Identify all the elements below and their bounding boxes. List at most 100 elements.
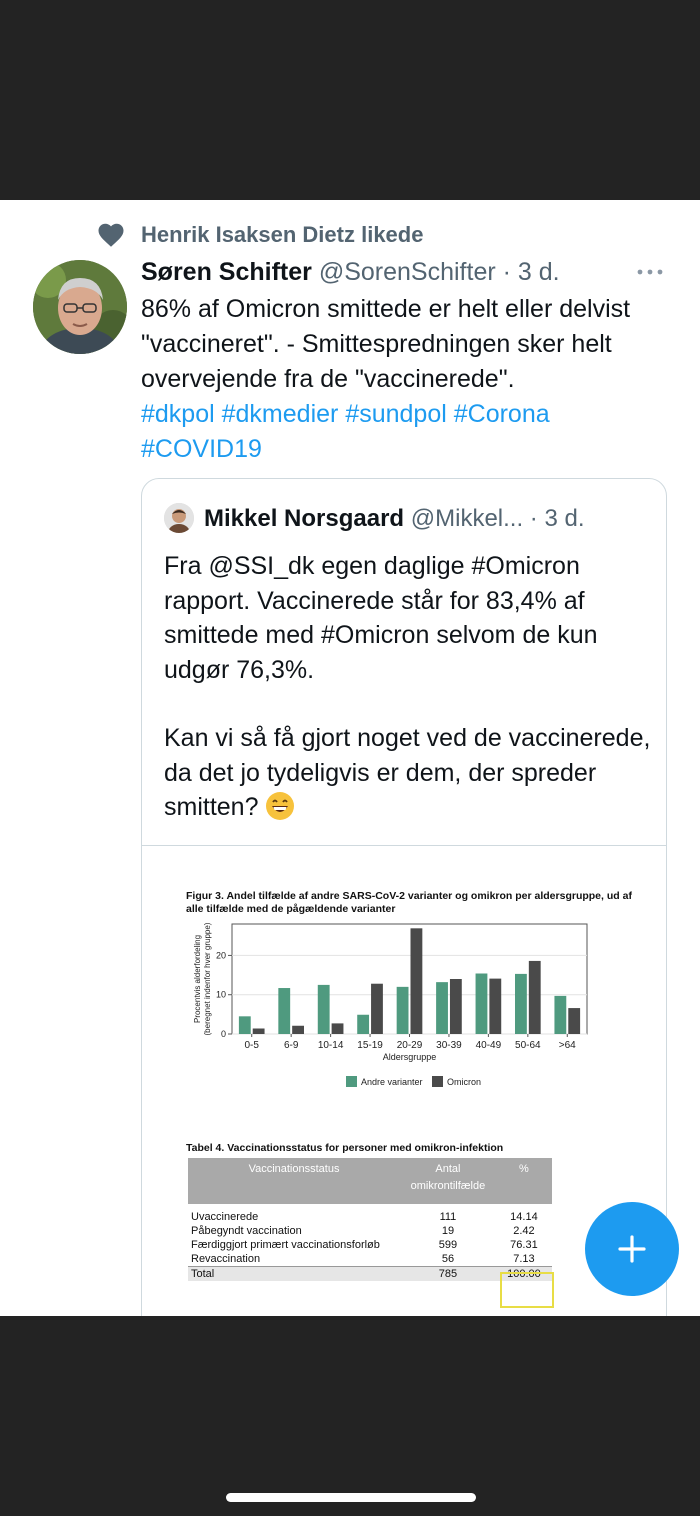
- table-cell: Påbegyndt vaccination: [191, 1225, 302, 1237]
- hashtag-link[interactable]: #dkpol: [141, 400, 215, 428]
- avatar[interactable]: [33, 260, 127, 354]
- bar-andre-varianter: [554, 995, 567, 1034]
- grinning-face-emoji: [266, 792, 295, 820]
- table-cell: 2.42: [513, 1225, 535, 1237]
- hashtag-link[interactable]: #dkmedier: [222, 400, 339, 428]
- hashtag-link[interactable]: #Corona: [454, 400, 550, 428]
- y-tick-label: 10: [216, 990, 226, 1000]
- table-cell: 19: [441, 1225, 455, 1237]
- compose-tweet-button[interactable]: [585, 1202, 679, 1296]
- quoted-paragraph: Kan vi så få gjort noget ved de vacciner…: [164, 724, 651, 821]
- bar-andre-varianter: [436, 982, 448, 1034]
- x-tick-label: >64: [559, 1040, 576, 1051]
- quoted-author-name: Mikkel Norsgaard: [204, 505, 405, 532]
- legend-swatch: [432, 1076, 443, 1087]
- table-cell: Total: [188, 1266, 401, 1281]
- x-tick-label: 30-39: [436, 1040, 462, 1051]
- legend-label: Andre varianter: [361, 1077, 423, 1087]
- x-tick-label: 50-64: [515, 1040, 541, 1051]
- table-cell: 599: [438, 1239, 458, 1251]
- heart-icon: [98, 223, 124, 247]
- legend-label: Omicron: [447, 1077, 481, 1087]
- y-axis-label: Procentvis alderfordeling(beregnet inden…: [193, 922, 212, 1035]
- bar-omicron: [528, 960, 541, 1034]
- quoted-avatar: [164, 503, 194, 533]
- bar-andre-varianter: [396, 986, 409, 1034]
- table-cell: Uvaccinerede: [191, 1211, 259, 1223]
- quoted-tweet[interactable]: Mikkel Norsgaard @Mikkel... · 3 d. Fra @…: [141, 478, 667, 1316]
- column-header: Vaccinationsstatus: [188, 1158, 401, 1204]
- quoted-separator: ·: [523, 505, 545, 532]
- bar-chart: 0 10 20 0-5 6-9 10-14 15-19 20-29 30-39 40-49 50-6…: [193, 922, 588, 1087]
- bar-omicron: [449, 979, 462, 1034]
- table-row: Revaccination 56 7.13: [188, 1252, 552, 1267]
- author-name[interactable]: Søren Schifter: [141, 258, 312, 286]
- bar-andre-varianter: [317, 984, 330, 1034]
- quoted-avatar-image: [164, 503, 194, 533]
- table-row: Påbegyndt vaccination 19 2.42: [188, 1224, 552, 1238]
- tweet-text: 86% af Omicron smittede er helt eller de…: [141, 292, 641, 467]
- table-row: Uvaccinerede 111 14.14: [188, 1204, 552, 1224]
- table-cell: 56: [441, 1253, 455, 1265]
- bar-omicron: [410, 928, 423, 1034]
- y-tick-label: 0: [221, 1029, 226, 1039]
- y-tick-label: 20: [216, 950, 226, 960]
- quoted-header: Mikkel Norsgaard @Mikkel... · 3 d.: [204, 503, 584, 535]
- bottom-bar-area: [0, 1316, 700, 1516]
- bar-andre-varianter: [238, 1016, 251, 1034]
- highlight-box: [500, 1272, 554, 1308]
- hashtag-link[interactable]: #COVID19: [141, 435, 262, 463]
- vaccination-table: Vaccinationsstatus Antal omikrontilfælde…: [188, 1158, 552, 1281]
- quoted-author-handle: @Mikkel...: [410, 505, 524, 532]
- tweet-text-content: 86% af Omicron smittede er helt eller de…: [141, 295, 631, 393]
- bar-omicron: [371, 983, 383, 1034]
- quoted-timestamp: 3 d.: [544, 505, 585, 532]
- x-tick-label: 20-29: [397, 1040, 423, 1051]
- separator: ·: [495, 258, 518, 286]
- x-tick-label: 10-14: [318, 1040, 344, 1051]
- bar-andre-varianter: [357, 1014, 370, 1034]
- x-tick-label: 6-9: [284, 1040, 299, 1051]
- column-header: Antal omikrontilfælde: [400, 1158, 496, 1204]
- table-cell: 14.14: [510, 1211, 538, 1223]
- social-context-label: Henrik Isaksen Dietz likede: [141, 222, 424, 247]
- x-tick-label: 0-5: [244, 1040, 259, 1051]
- tweet-header: Søren Schifter @SorenSchifter · 3 d.: [141, 256, 560, 288]
- bar-andre-varianter: [475, 973, 488, 1034]
- quoted-paragraph: Fra @SSI_dk egen daglige #Omicron rappor…: [164, 552, 598, 684]
- status-bar-area: [0, 0, 700, 200]
- more-horizontal-icon[interactable]: [636, 266, 664, 278]
- table-cell: 7.13: [513, 1253, 535, 1265]
- quoted-text: Fra @SSI_dk egen daglige #Omicron rappor…: [164, 549, 654, 825]
- avatar-image: [33, 260, 127, 354]
- bar-omicron: [292, 1025, 304, 1034]
- table-title: Tabel 4. Vaccinationsstatus for personer…: [186, 1142, 504, 1154]
- legend-swatch: [346, 1076, 357, 1087]
- table-total-row: Total 785 100.00: [188, 1266, 552, 1281]
- table-cell: 785: [400, 1266, 496, 1281]
- x-tick-label: 40-49: [476, 1040, 502, 1051]
- table-cell: 111: [439, 1211, 457, 1223]
- plus-icon: [618, 1235, 646, 1263]
- bar-omicron: [252, 1028, 265, 1034]
- bar-omicron: [489, 978, 502, 1034]
- column-header: %: [495, 1158, 552, 1204]
- social-context[interactable]: Henrik Isaksen Dietz likede: [96, 220, 423, 250]
- table-header-row: Vaccinationsstatus Antal omikrontilfælde…: [188, 1158, 552, 1204]
- table-cell: Færdiggjort primært vaccinationsforløb: [191, 1239, 380, 1251]
- table-cell: 76.31: [510, 1239, 538, 1251]
- bar-andre-varianter: [515, 973, 527, 1034]
- hashtag-link[interactable]: #sundpol: [345, 400, 446, 428]
- table-row: Færdiggjort primært vaccinationsforløb 5…: [188, 1238, 552, 1252]
- bar-omicron: [568, 1008, 581, 1034]
- home-indicator[interactable]: [226, 1493, 476, 1502]
- x-tick-label: 15-19: [357, 1040, 383, 1051]
- table-cell: Revaccination: [191, 1253, 261, 1265]
- figure-title: Figur 3. Andel tilfælde af andre SARS-Co…: [186, 890, 632, 915]
- author-handle[interactable]: @SorenSchifter: [319, 258, 496, 286]
- bar-andre-varianter: [278, 988, 291, 1034]
- timestamp[interactable]: 3 d.: [518, 258, 560, 286]
- x-axis-label: Aldersgruppe: [383, 1052, 437, 1062]
- bar-omicron: [331, 1023, 344, 1034]
- tweet-detail-screen: Henrik Isaksen Dietz likede Søren Schift…: [0, 200, 700, 1316]
